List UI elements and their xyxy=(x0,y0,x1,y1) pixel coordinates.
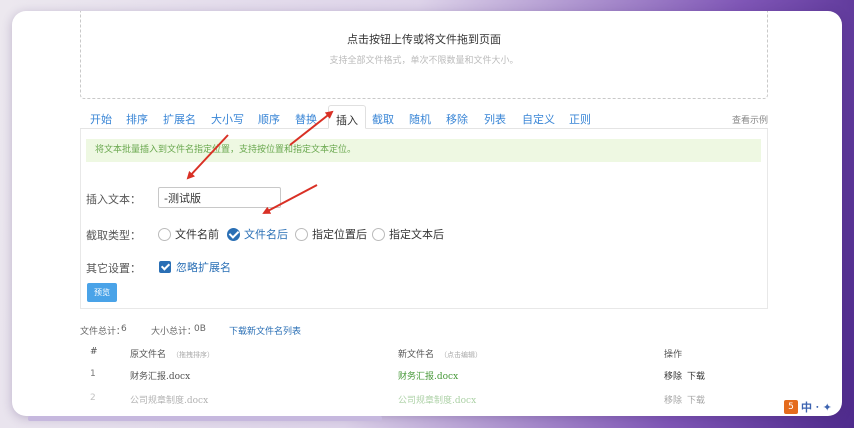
insert-panel: 将文本批量插入到文件名指定位置，支持按位置和指定文本定位。 插入文本： 截取类型… xyxy=(80,129,768,309)
col-old-name: 原文件名 （拖拽排序） xyxy=(130,347,214,360)
total-size-value: 0B xyxy=(194,324,206,334)
col-new-name-label: 新文件名 xyxy=(398,350,435,360)
radio-before-filename[interactable]: 文件名前 xyxy=(158,226,219,242)
row-index: 1 xyxy=(90,369,96,379)
radio-checked-icon xyxy=(227,227,240,241)
insert-text-label: 插入文本： xyxy=(86,193,141,206)
other-settings-label: 其它设置： xyxy=(86,262,141,275)
ignore-extension-label: 忽略扩展名 xyxy=(176,261,231,274)
preview-button[interactable]: 预览 xyxy=(87,283,117,302)
checkbox-checked-icon xyxy=(159,261,171,273)
radio-circle-icon xyxy=(158,227,171,241)
radio-after-text[interactable]: 指定文本后 xyxy=(372,226,444,242)
tab-case[interactable]: 大小写 xyxy=(211,111,244,127)
total-size-label: 大小总计： xyxy=(151,327,197,337)
ignore-extension-checkbox[interactable]: 忽略扩展名 xyxy=(159,259,231,275)
col-new-name: 新文件名 （点击编辑） xyxy=(398,347,482,360)
badge-text: 中 ⸱ ✦ xyxy=(801,400,832,414)
download-list-link[interactable]: 下载新文件名列表 xyxy=(229,324,301,337)
main-card: 点击按钮上传或将文件拖到页面 支持全部文件格式，单次不限数量和文件大小。 开始 … xyxy=(12,11,842,416)
total-files-label: 文件总计： xyxy=(80,327,126,337)
col-new-name-hint: （点击编辑） xyxy=(440,351,483,359)
col-actions: 操作 xyxy=(664,350,683,360)
table-row: 1 财务汇报.docx 财务汇报.docx 移除 下载 xyxy=(80,366,768,384)
radio-circle-icon xyxy=(372,227,385,241)
tab-regex[interactable]: 正则 xyxy=(569,111,591,127)
col-old-name-label: 原文件名 xyxy=(130,350,167,360)
row-new-name[interactable]: 财务汇报.docx xyxy=(398,369,458,382)
total-files-value: 6 xyxy=(121,324,127,334)
tab-remove[interactable]: 移除 xyxy=(446,111,468,127)
row-old-name: 公司规章制度.docx xyxy=(130,396,209,406)
tab-truncate[interactable]: 截取 xyxy=(372,111,394,127)
upload-dropzone[interactable]: 点击按钮上传或将文件拖到页面 支持全部文件格式，单次不限数量和文件大小。 xyxy=(80,11,768,99)
bottom-scrollbar[interactable] xyxy=(28,416,382,421)
upload-subtitle: 支持全部文件格式，单次不限数量和文件大小。 xyxy=(329,56,519,66)
table-row: 2 公司规章制度.docx 公司规章制度.docx 移除 下载 xyxy=(80,390,768,408)
site-badge: 5 中 ⸱ ✦ xyxy=(784,397,842,416)
tab-sort[interactable]: 排序 xyxy=(126,111,148,127)
tab-list[interactable]: 列表 xyxy=(484,111,506,127)
radio-label: 指定位置后 xyxy=(312,228,367,241)
radio-label: 指定文本后 xyxy=(389,228,444,241)
radio-label: 文件名前 xyxy=(175,228,219,241)
row-old-name: 财务汇报.docx xyxy=(130,372,191,382)
radio-circle-icon xyxy=(295,227,308,241)
insert-text-input[interactable] xyxy=(158,187,281,208)
html5-icon: 5 xyxy=(784,399,798,414)
view-example-link[interactable]: 查看示例 xyxy=(732,113,768,126)
tab-custom[interactable]: 自定义 xyxy=(522,111,555,127)
upload-title: 点击按钮上传或将文件拖到页面 xyxy=(347,33,501,46)
tab-order[interactable]: 顺序 xyxy=(258,111,280,127)
row-new-name[interactable]: 公司规章制度.docx xyxy=(398,393,476,406)
row-remove-button[interactable]: 移除 xyxy=(664,393,682,406)
tab-random[interactable]: 随机 xyxy=(409,111,431,127)
position-type-label: 截取类型： xyxy=(86,229,141,242)
row-download-button[interactable]: 下载 xyxy=(687,369,705,382)
tip-banner: 将文本批量插入到文件名指定位置，支持按位置和指定文本定位。 xyxy=(86,139,761,162)
row-remove-button[interactable]: 移除 xyxy=(664,369,682,382)
radio-after-position[interactable]: 指定位置后 xyxy=(295,226,367,242)
radio-after-filename[interactable]: 文件名后 xyxy=(227,226,288,242)
col-index: # xyxy=(90,347,98,357)
radio-label: 文件名后 xyxy=(244,228,288,241)
table-header: # 原文件名 （拖拽排序） 新文件名 （点击编辑） 操作 xyxy=(80,344,768,362)
row-index: 2 xyxy=(90,393,96,403)
row-download-button[interactable]: 下载 xyxy=(687,393,705,406)
tab-start[interactable]: 开始 xyxy=(90,111,112,127)
tab-bar: 开始 排序 扩展名 大小写 顺序 替换 插入 截取 随机 移除 列表 自定义 正… xyxy=(80,105,768,129)
tab-insert[interactable]: 插入 xyxy=(328,105,366,129)
tab-replace[interactable]: 替换 xyxy=(295,111,317,127)
tab-extension[interactable]: 扩展名 xyxy=(163,111,196,127)
col-old-name-hint: （拖拽排序） xyxy=(172,351,215,359)
